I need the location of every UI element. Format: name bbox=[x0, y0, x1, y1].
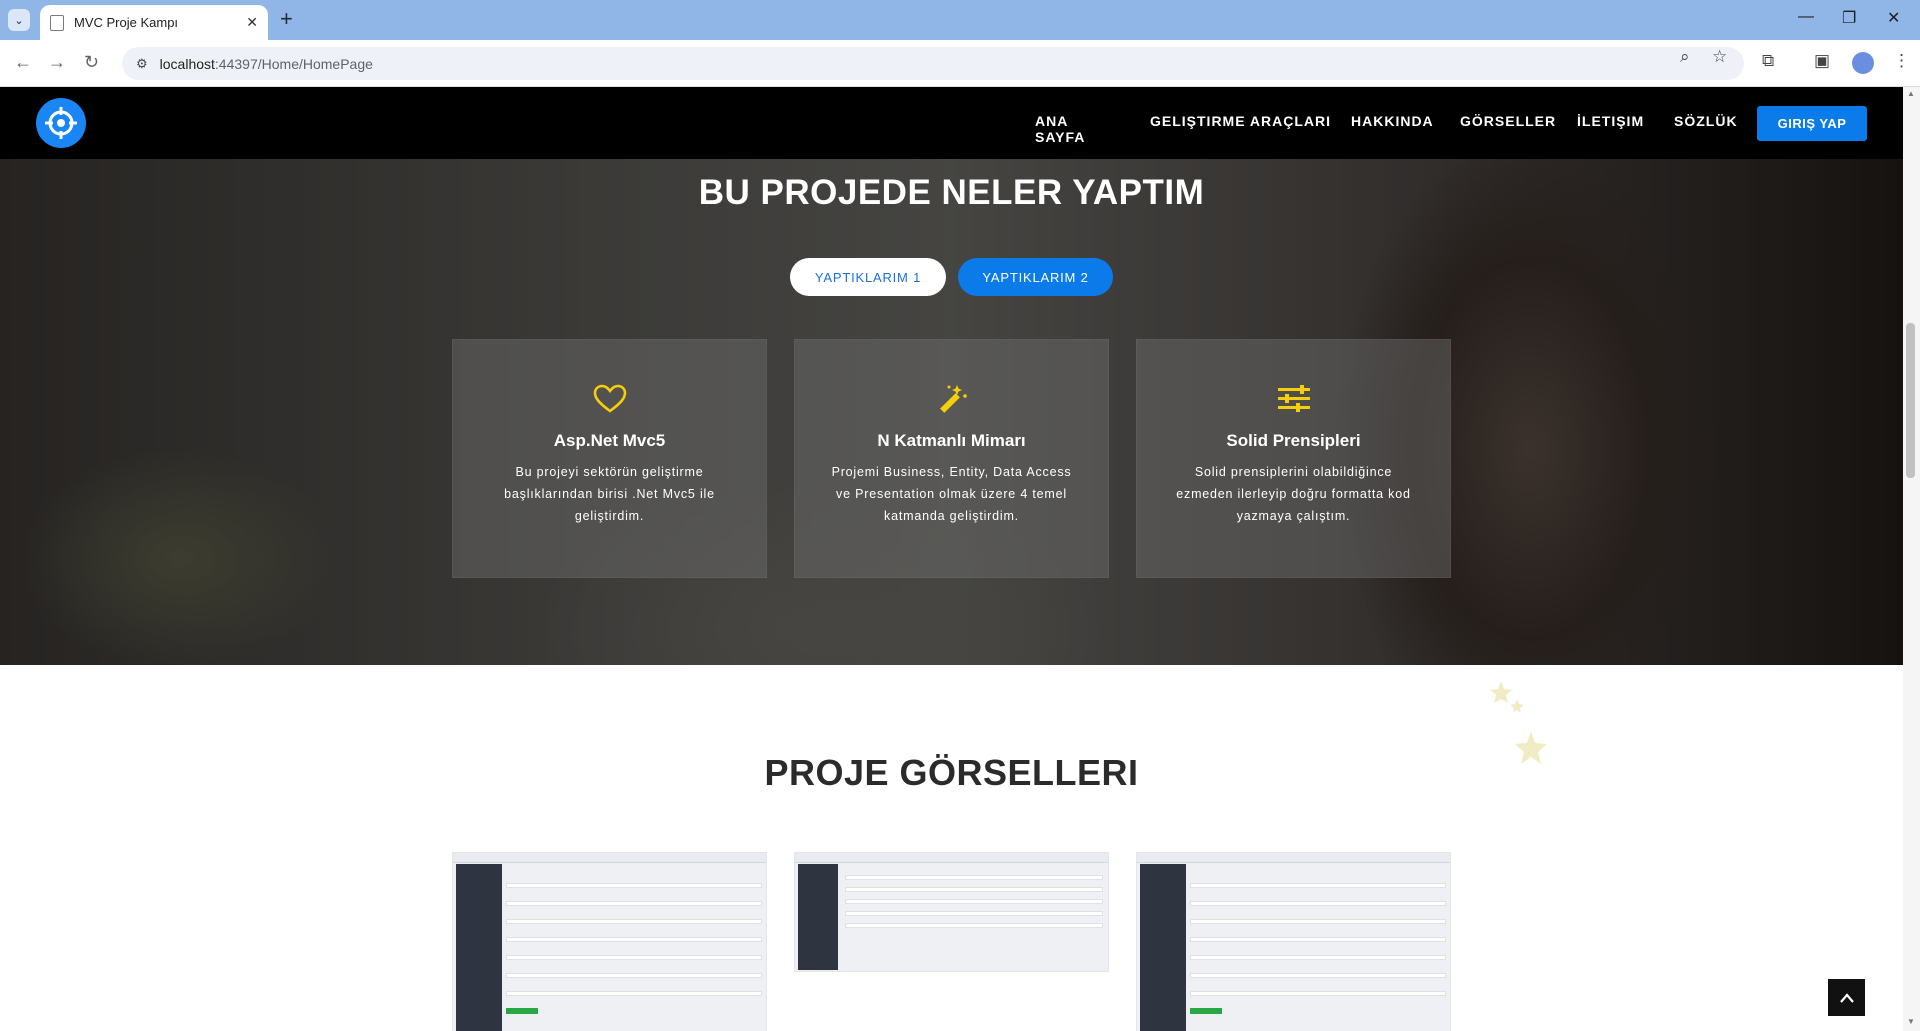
feature-title: Solid Prensipleri bbox=[1226, 431, 1361, 450]
feature-title: N Katmanlı Mimarı bbox=[877, 431, 1026, 450]
tab-yaptiklarim-1[interactable]: YAPTIKLARIM 1 bbox=[790, 258, 946, 296]
window-close-icon[interactable]: ✕ bbox=[1887, 8, 1900, 28]
nav-iletisim[interactable]: İLETIŞIM bbox=[1577, 113, 1644, 129]
feature-text: Solid prensiplerini olabildiğince ezmede… bbox=[1176, 465, 1411, 523]
tab-title: MVC Proje Kampı bbox=[74, 15, 179, 30]
menu-kebab-icon[interactable]: ⋮ bbox=[1893, 51, 1910, 71]
hero-title: BU PROJEDE NELER YAPTIM bbox=[698, 173, 1205, 212]
bookmark-star-icon[interactable]: ☆ bbox=[1712, 47, 1727, 67]
browser-toolbar: ← → ↻ ⚙ localhost:44397/Home/HomePage ⌕ … bbox=[0, 40, 1920, 87]
thumb-sidebar bbox=[456, 864, 502, 1031]
zoom-icon[interactable]: ⌕ bbox=[1680, 47, 1690, 67]
forward-icon[interactable]: → bbox=[48, 52, 66, 73]
site-logo[interactable] bbox=[36, 98, 86, 148]
page-favicon-icon bbox=[50, 14, 64, 31]
thumb-field bbox=[1190, 955, 1446, 960]
page-viewport: ANA SAYFA GELIŞTIRME ARAÇLARI HAKKINDA G… bbox=[0, 87, 1903, 1031]
nav-ana-sayfa[interactable]: ANA SAYFA bbox=[1035, 113, 1085, 145]
thumb-field bbox=[1190, 991, 1446, 996]
nav-hakkinda[interactable]: HAKKINDA bbox=[1351, 113, 1434, 129]
back-icon[interactable]: ← bbox=[14, 52, 32, 73]
thumb-field bbox=[1190, 937, 1446, 942]
back-to-top-button[interactable] bbox=[1828, 979, 1865, 1016]
gallery-title: PROJE GÖRSELLERI bbox=[764, 752, 1139, 793]
heart-icon bbox=[453, 383, 766, 415]
project-screenshot-1[interactable] bbox=[452, 852, 767, 1031]
project-screenshot-3[interactable] bbox=[1136, 852, 1451, 1031]
thumb-field bbox=[1190, 883, 1446, 888]
sliders-icon bbox=[1137, 383, 1450, 415]
thumb-row bbox=[845, 887, 1103, 892]
thumb-browser-strip bbox=[453, 853, 766, 863]
feature-card-n-katmanli: N Katmanlı Mimarı Projemi Business, Enti… bbox=[794, 339, 1109, 578]
scroll-down-icon[interactable]: ▼ bbox=[1907, 1017, 1915, 1026]
thumb-field bbox=[1190, 901, 1446, 906]
feature-text: Bu projeyi sektörün geliştirme başlıklar… bbox=[504, 465, 715, 523]
site-header: ANA SAYFA GELIŞTIRME ARAÇLARI HAKKINDA G… bbox=[0, 87, 1903, 159]
thumb-row bbox=[845, 923, 1103, 928]
crosshair-logo-icon bbox=[45, 107, 77, 139]
thumb-field bbox=[1190, 919, 1446, 924]
thumb-sidebar bbox=[798, 864, 838, 970]
thumb-save-button bbox=[1190, 1008, 1222, 1014]
thumb-save-button bbox=[506, 1008, 538, 1014]
tab-yaptiklarim-2[interactable]: YAPTIKLARIM 2 bbox=[958, 258, 1113, 296]
thumb-field bbox=[506, 883, 762, 888]
feature-card-solid: Solid Prensipleri Solid prensiplerini ol… bbox=[1136, 339, 1451, 578]
browser-tabbar: ⌄ MVC Proje Kampı ✕ + — ❐ ✕ bbox=[0, 0, 1920, 40]
thumb-field bbox=[506, 955, 762, 960]
thumb-field bbox=[506, 937, 762, 942]
thumb-field bbox=[506, 901, 762, 906]
address-bar[interactable]: ⚙ localhost:44397/Home/HomePage bbox=[122, 47, 1744, 80]
restore-icon[interactable]: ❐ bbox=[1842, 8, 1856, 28]
thumb-sidebar bbox=[1140, 864, 1186, 1031]
feature-title: Asp.Net Mvc5 bbox=[553, 431, 666, 450]
side-panel-icon[interactable]: ▣ bbox=[1814, 51, 1830, 71]
nav-sozluk[interactable]: SÖZLÜK bbox=[1674, 113, 1738, 129]
thumb-field bbox=[506, 991, 762, 996]
feature-text: Projemi Business, Entity, Data Access ve… bbox=[831, 465, 1072, 523]
thumb-browser-strip bbox=[1137, 853, 1450, 863]
hero-section: BU PROJEDE NELER YAPTIM YAPTIKLARIM 1 YA… bbox=[0, 159, 1903, 665]
minimize-icon[interactable]: — bbox=[1798, 8, 1814, 26]
thumb-row bbox=[845, 899, 1103, 904]
tab-close-icon[interactable]: ✕ bbox=[246, 14, 258, 31]
project-screenshot-2[interactable] bbox=[794, 852, 1109, 972]
thumb-browser-strip bbox=[795, 853, 1108, 863]
scroll-up-icon[interactable]: ▲ bbox=[1907, 89, 1915, 98]
tab-search-button[interactable]: ⌄ bbox=[8, 9, 30, 31]
thumb-field bbox=[506, 973, 762, 978]
page-scrollbar[interactable]: ▲ ▼ bbox=[1903, 87, 1920, 1031]
browser-tab[interactable]: MVC Proje Kampı ✕ bbox=[40, 5, 268, 40]
new-tab-button[interactable]: + bbox=[280, 6, 293, 32]
nav-gorseller[interactable]: GÖRSELLER bbox=[1460, 113, 1556, 129]
feature-card-aspnet: Asp.Net Mvc5 Bu projeyi sektörün gelişti… bbox=[452, 339, 767, 578]
scrollbar-thumb[interactable] bbox=[1906, 323, 1915, 478]
thumb-field bbox=[506, 919, 762, 924]
site-info-icon[interactable]: ⚙ bbox=[136, 56, 148, 72]
thumb-row bbox=[845, 911, 1103, 916]
magic-wand-icon bbox=[795, 383, 1108, 415]
reload-icon[interactable]: ↻ bbox=[84, 52, 99, 73]
url-text: localhost:44397/Home/HomePage bbox=[159, 55, 373, 72]
nav-gelistirme-araclari[interactable]: GELIŞTIRME ARAÇLARI bbox=[1150, 113, 1331, 129]
chevron-up-icon bbox=[1839, 992, 1854, 1003]
login-button[interactable]: GIRIŞ YAP bbox=[1757, 106, 1867, 141]
profile-avatar[interactable] bbox=[1852, 52, 1874, 74]
extensions-icon[interactable]: ⧉ bbox=[1762, 51, 1774, 71]
thumb-field bbox=[1190, 973, 1446, 978]
thumb-row bbox=[845, 875, 1103, 880]
